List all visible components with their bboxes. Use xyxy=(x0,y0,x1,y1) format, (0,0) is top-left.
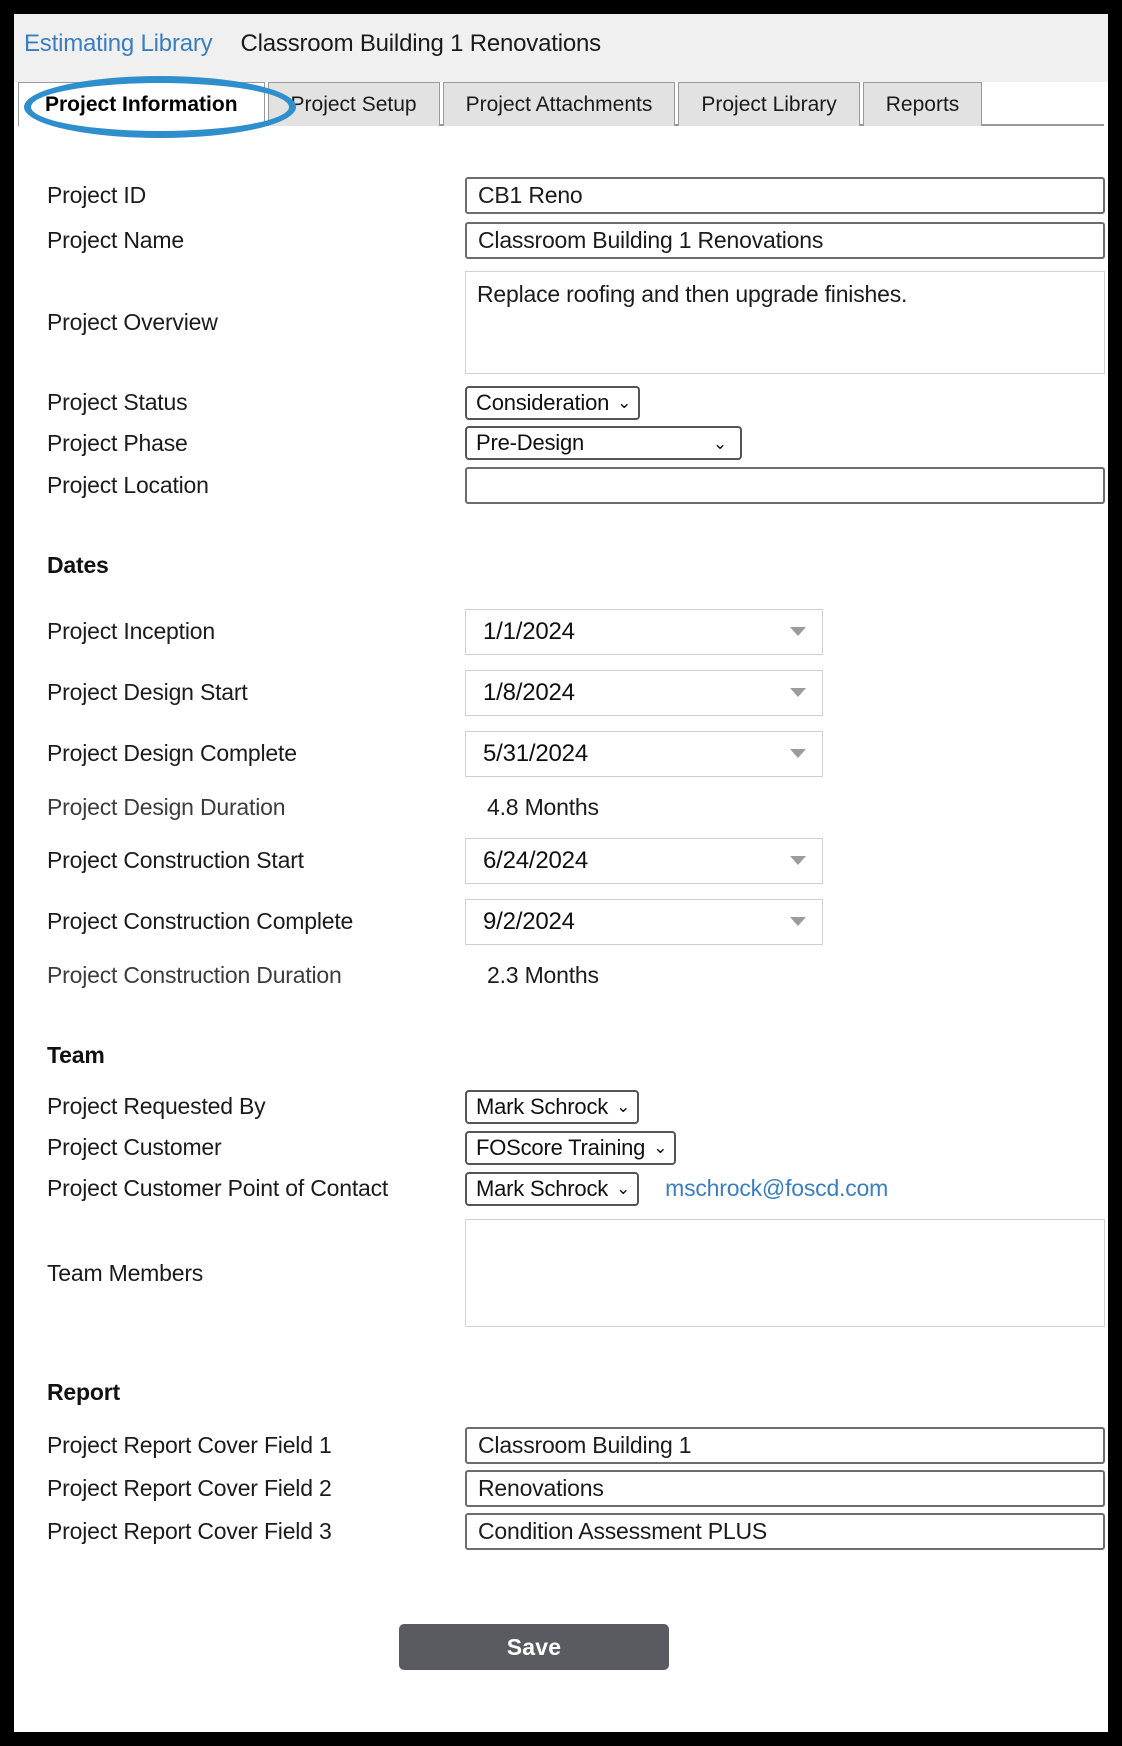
row-project-name: Project Name Classroom Building 1 Renova… xyxy=(14,218,1108,262)
row-project-requested-by: Project Requested By Mark Schrock ⌄ xyxy=(14,1086,1108,1127)
project-design-start-datepicker[interactable]: 1/8/2024 xyxy=(465,669,823,716)
tab-project-setup[interactable]: Project Setup xyxy=(267,82,440,126)
dropdown-triangle-icon xyxy=(790,749,806,758)
header-bar: Estimating Library Classroom Building 1 … xyxy=(14,14,1108,82)
label-project-id: Project ID xyxy=(47,181,146,208)
label-project-construction-start: Project Construction Start xyxy=(47,847,304,873)
project-customer-point-of-contact-select[interactable]: Mark Schrock ⌄ xyxy=(465,1171,640,1206)
tab-project-attachments[interactable]: Project Attachments xyxy=(442,82,676,126)
point-of-contact-email-link[interactable]: mschrock@foscd.com xyxy=(665,1175,888,1202)
breadcrumb-current-project: Classroom Building 1 Renovations xyxy=(240,30,601,57)
dropdown-triangle-icon xyxy=(790,688,806,697)
dropdown-triangle-icon xyxy=(790,917,806,926)
project-customer-select[interactable]: FOScore Training ⌄ xyxy=(465,1130,677,1165)
team-members-textarea[interactable] xyxy=(465,1219,1105,1327)
label-report-cover-field-2: Project Report Cover Field 2 xyxy=(47,1475,332,1501)
project-status-value: Consideration xyxy=(476,389,610,415)
row-project-id: Project ID CB1 Reno xyxy=(14,172,1108,218)
project-requested-by-value: Mark Schrock xyxy=(476,1093,609,1119)
project-name-input[interactable]: Classroom Building 1 Renovations xyxy=(465,221,1105,259)
project-overview-textarea[interactable]: Replace roofing and then upgrade finishe… xyxy=(465,270,1105,374)
project-design-duration-value: 4.8 Months xyxy=(487,793,599,820)
chevron-down-icon: ⌄ xyxy=(616,1097,631,1116)
save-button-container: Save xyxy=(14,1624,1108,1670)
row-project-overview: Project Overview Replace roofing and the… xyxy=(14,262,1108,382)
row-project-customer: Project Customer FOScore Training ⌄ xyxy=(14,1127,1108,1168)
save-button[interactable]: Save xyxy=(399,1624,669,1670)
project-customer-point-of-contact-value: Mark Schrock xyxy=(476,1175,609,1201)
chevron-down-icon: ⌄ xyxy=(616,1179,631,1198)
label-project-overview: Project Overview xyxy=(47,308,218,335)
project-design-complete-datepicker[interactable]: 5/31/2024 xyxy=(465,730,823,777)
label-project-status: Project Status xyxy=(47,389,188,415)
report-cover-field-1-input[interactable]: Classroom Building 1 xyxy=(465,1427,1105,1464)
row-project-design-duration: Project Design Duration 4.8 Months xyxy=(14,784,1108,830)
application-window: Estimating Library Classroom Building 1 … xyxy=(14,14,1108,1732)
row-report-cover-field-1: Project Report Cover Field 1 Classroom B… xyxy=(14,1424,1108,1467)
tab-reports[interactable]: Reports xyxy=(862,82,983,126)
breadcrumb: Estimating Library Classroom Building 1 … xyxy=(24,30,601,58)
row-project-design-complete: Project Design Complete 5/31/2024 xyxy=(14,723,1108,784)
section-title-dates: Dates xyxy=(47,552,109,578)
label-report-cover-field-3: Project Report Cover Field 3 xyxy=(47,1518,332,1544)
label-report-cover-field-1: Project Report Cover Field 1 xyxy=(47,1432,332,1458)
row-project-customer-point-of-contact: Project Customer Point of Contact Mark S… xyxy=(14,1168,1108,1209)
row-project-phase: Project Phase Pre-Design ⌄ xyxy=(14,423,1108,463)
label-project-requested-by: Project Requested By xyxy=(47,1093,266,1119)
tab-project-library[interactable]: Project Library xyxy=(678,82,860,126)
label-project-phase: Project Phase xyxy=(47,429,188,456)
row-project-status: Project Status Consideration ⌄ xyxy=(14,382,1108,423)
row-team-members: Team Members xyxy=(14,1209,1108,1337)
project-customer-value: FOScore Training xyxy=(476,1134,646,1160)
dropdown-triangle-icon xyxy=(790,856,806,865)
project-design-complete-value: 5/31/2024 xyxy=(483,739,588,767)
tab-strip: Project Information Project Setup Projec… xyxy=(18,82,985,126)
label-project-design-duration: Project Design Duration xyxy=(47,793,286,820)
row-report-cover-field-2: Project Report Cover Field 2 Renovations xyxy=(14,1467,1108,1510)
project-design-start-value: 1/8/2024 xyxy=(483,678,575,706)
row-project-inception: Project Inception 1/1/2024 xyxy=(14,601,1108,662)
project-inception-value: 1/1/2024 xyxy=(483,617,575,645)
label-project-inception: Project Inception xyxy=(47,618,215,644)
section-title-team: Team xyxy=(47,1042,105,1068)
report-cover-field-3-input[interactable]: Condition Assessment PLUS xyxy=(465,1513,1105,1550)
chevron-down-icon: ⌄ xyxy=(617,393,632,412)
project-construction-start-value: 6/24/2024 xyxy=(483,846,588,874)
label-team-members: Team Members xyxy=(47,1259,204,1286)
row-project-construction-duration: Project Construction Duration 2.3 Months xyxy=(14,952,1108,998)
project-construction-duration-value: 2.3 Months xyxy=(487,961,599,988)
project-construction-complete-datepicker[interactable]: 9/2/2024 xyxy=(465,898,823,945)
row-project-construction-complete: Project Construction Complete 9/2/2024 xyxy=(14,891,1108,952)
label-project-location: Project Location xyxy=(47,471,209,498)
project-id-input[interactable]: CB1 Reno xyxy=(465,176,1105,214)
chevron-down-icon: ⌄ xyxy=(653,1138,668,1157)
row-project-construction-start: Project Construction Start 6/24/2024 xyxy=(14,830,1108,891)
screenshot-frame: Estimating Library Classroom Building 1 … xyxy=(0,0,1122,1746)
project-construction-start-datepicker[interactable]: 6/24/2024 xyxy=(465,837,823,884)
label-project-customer: Project Customer xyxy=(47,1134,222,1160)
project-inception-datepicker[interactable]: 1/1/2024 xyxy=(465,608,823,655)
breadcrumb-link-estimating-library[interactable]: Estimating Library xyxy=(24,30,213,58)
section-title-report: Report xyxy=(47,1379,120,1405)
project-status-select[interactable]: Consideration ⌄ xyxy=(465,385,641,420)
project-phase-value: Pre-Design xyxy=(476,430,585,455)
row-report-cover-field-3: Project Report Cover Field 3 Condition A… xyxy=(14,1510,1108,1553)
project-construction-complete-value: 9/2/2024 xyxy=(483,907,575,935)
row-project-design-start: Project Design Start 1/8/2024 xyxy=(14,662,1108,723)
label-project-customer-point-of-contact: Project Customer Point of Contact xyxy=(47,1175,389,1201)
label-project-construction-duration: Project Construction Duration xyxy=(47,961,342,988)
report-cover-field-2-input[interactable]: Renovations xyxy=(465,1470,1105,1507)
row-project-location: Project Location xyxy=(14,463,1108,507)
label-project-design-complete: Project Design Complete xyxy=(47,740,297,766)
label-project-design-start: Project Design Start xyxy=(47,679,248,705)
project-location-input[interactable] xyxy=(465,466,1105,504)
project-information-form: Project ID CB1 Reno Project Name Classro… xyxy=(14,126,1108,1732)
project-requested-by-select[interactable]: Mark Schrock ⌄ xyxy=(465,1089,640,1124)
chevron-down-icon: ⌄ xyxy=(712,433,727,453)
tab-project-information[interactable]: Project Information xyxy=(18,82,265,126)
dropdown-triangle-icon xyxy=(790,627,806,636)
project-phase-select[interactable]: Pre-Design ⌄ xyxy=(465,426,742,460)
label-project-name: Project Name xyxy=(47,226,184,253)
label-project-construction-complete: Project Construction Complete xyxy=(47,908,354,934)
